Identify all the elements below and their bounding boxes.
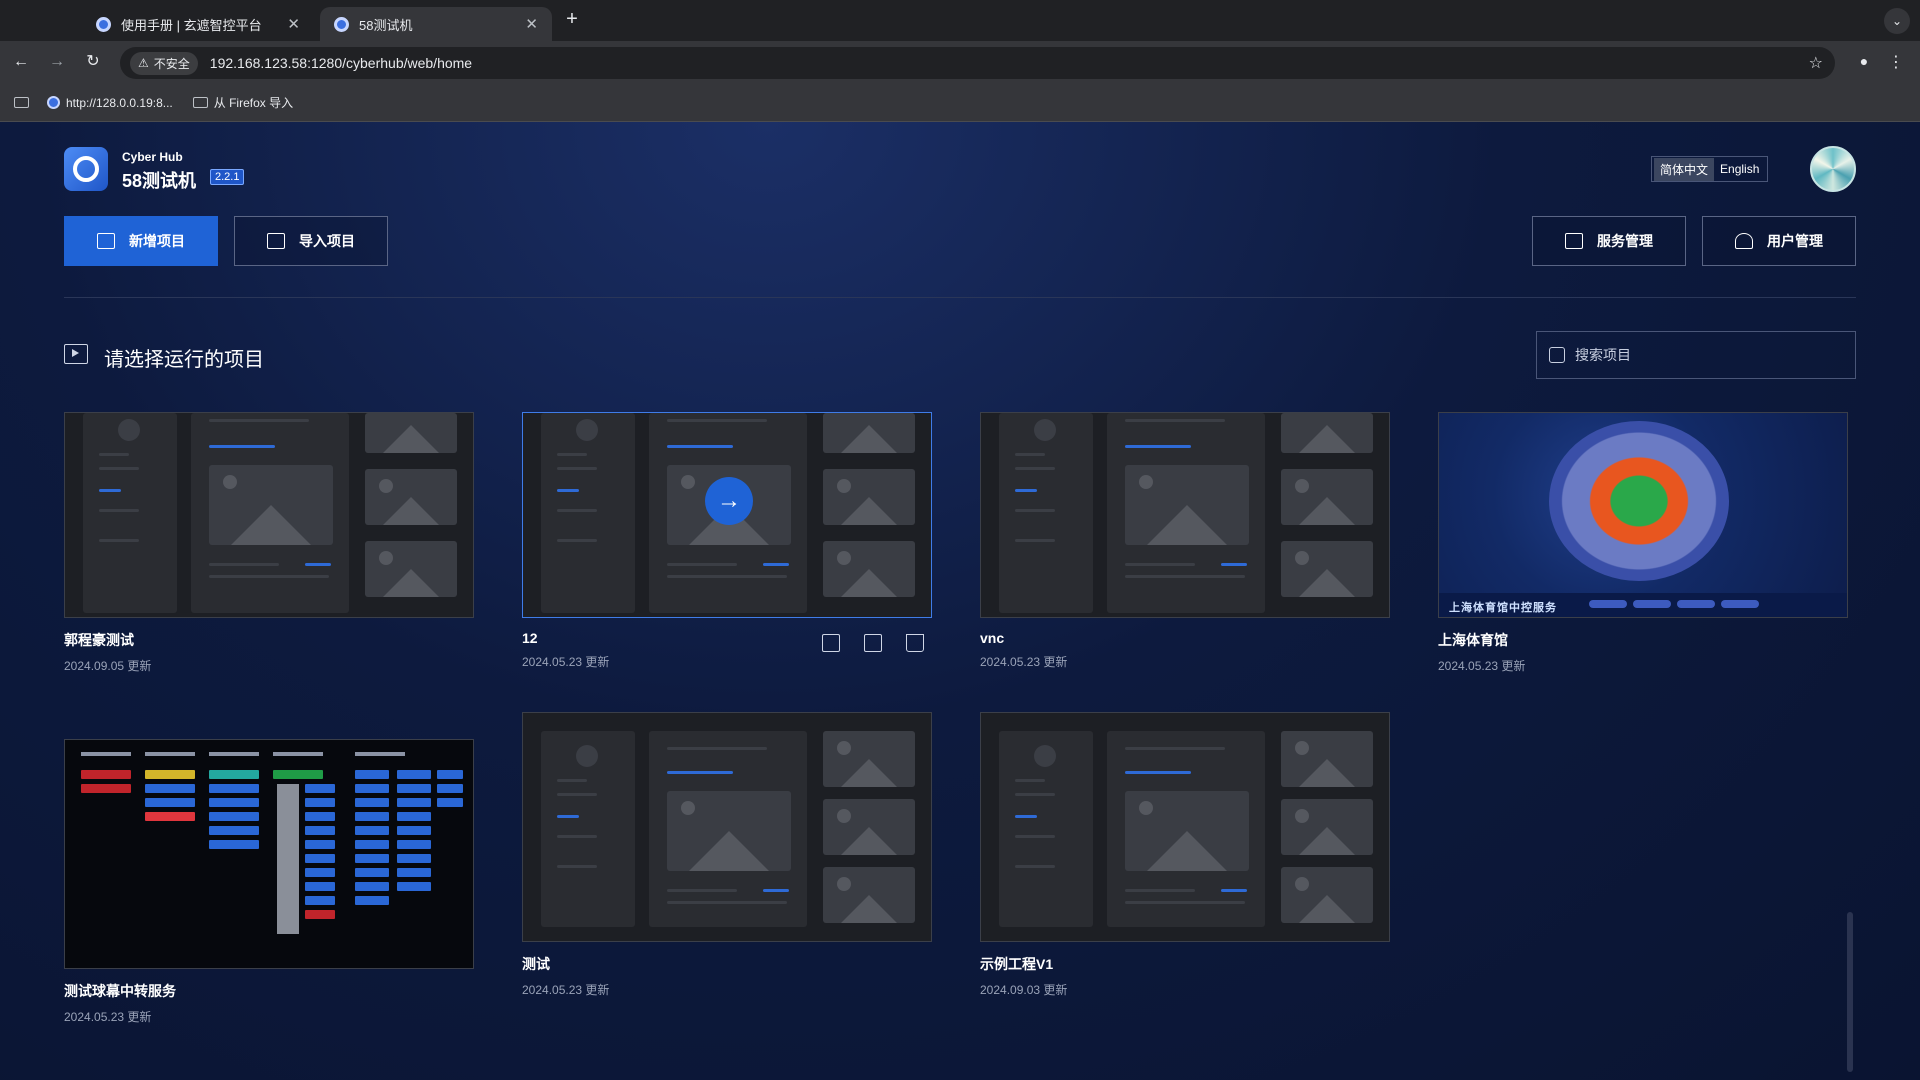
- new-project-label: 新增项目: [129, 233, 185, 249]
- project-thumbnail[interactable]: [64, 412, 474, 618]
- stadium-caption-bar: 上海体育馆中控服务: [1439, 593, 1847, 617]
- url-text: 192.168.123.58:1280/cyberhub/web/home: [209, 55, 473, 71]
- folder-add-icon: [97, 233, 115, 249]
- project-updated: 2024.05.23 更新: [980, 655, 1068, 669]
- project-updated: 2024.09.05 更新: [64, 659, 152, 673]
- project-thumbnail[interactable]: 上海体育馆中控服务: [1438, 412, 1848, 618]
- language-switcher: 简体中文 English: [1651, 156, 1769, 182]
- bookmark-label: http://128.0.0.19:8...: [66, 95, 173, 110]
- stadium-image: 上海体育馆中控服务: [1439, 413, 1847, 617]
- project-name: vnc: [980, 630, 1005, 646]
- import-project-button[interactable]: 导入项目: [234, 216, 388, 266]
- bookmark-label: 从 Firefox 导入: [213, 96, 294, 110]
- project-name: 测试: [522, 956, 550, 972]
- security-indicator[interactable]: ⚠ 不安全: [130, 51, 198, 75]
- browser-tab-current[interactable]: 58测试机 ✕: [320, 7, 552, 41]
- scrollbar-thumb[interactable]: [1847, 912, 1853, 1072]
- tab-title: 使用手册 | 玄遮智控平台: [121, 17, 262, 33]
- project-name: 郭程豪测试: [64, 632, 134, 648]
- browser-tab-manual[interactable]: 使用手册 | 玄遮智控平台 ✕: [82, 7, 314, 41]
- header-divider: [64, 297, 1856, 298]
- project-thumbnail[interactable]: [980, 712, 1390, 942]
- browser-toolbar: ← → ↻ ⚠ 不安全 192.168.123.58:1280/cyberhub/…: [0, 41, 1920, 84]
- lang-zh-button[interactable]: 简体中文: [1654, 157, 1715, 181]
- project-actions: [822, 634, 924, 652]
- close-tab-icon[interactable]: ✕: [287, 15, 300, 33]
- project-updated: 2024.05.23 更新: [1438, 659, 1526, 673]
- project-thumbnail[interactable]: [522, 712, 932, 942]
- forward-icon[interactable]: →: [46, 51, 68, 73]
- delete-icon[interactable]: [906, 634, 924, 652]
- back-icon[interactable]: ←: [10, 51, 32, 73]
- project-card[interactable]: 测试 2024.05.23 更新: [522, 712, 932, 998]
- import-project-label: 导入项目: [299, 233, 355, 249]
- service-management-label: 服务管理: [1597, 233, 1653, 249]
- tab-title: 58测试机: [359, 17, 413, 33]
- logo-hex-icon: [73, 156, 99, 182]
- search-placeholder: 搜索项目: [1575, 347, 1631, 363]
- project-name: 上海体育馆: [1438, 632, 1508, 648]
- stadium-ring: [1549, 421, 1729, 581]
- bookmark-folder-firefox[interactable]: 从 Firefox 导入: [192, 94, 294, 111]
- app-root: Cyber Hub 58测试机 2.2.1 简体中文 English 新增项目 …: [0, 122, 1920, 1080]
- edit-icon[interactable]: [822, 634, 840, 652]
- project-folder-icon: [64, 344, 88, 364]
- close-tab-icon[interactable]: ✕: [525, 15, 538, 33]
- warning-icon: ⚠: [138, 56, 149, 70]
- version-badge: 2.2.1: [210, 169, 245, 185]
- reload-icon[interactable]: ↻: [82, 51, 104, 73]
- project-card[interactable]: vnc 2024.05.23 更新: [980, 412, 1390, 670]
- button-panel-image: [65, 740, 473, 968]
- user-icon: [1735, 233, 1753, 249]
- apps-folder-icon[interactable]: [14, 97, 29, 108]
- stadium-caption: 上海体育馆中控服务: [1449, 602, 1557, 614]
- profile-icon[interactable]: ●: [1854, 53, 1874, 73]
- project-updated: 2024.05.23 更新: [64, 1010, 152, 1024]
- site-favicon-icon: [47, 96, 60, 109]
- section-title: 请选择运行的项目: [104, 349, 264, 371]
- project-card[interactable]: → 12 2024.05.23 更新: [522, 412, 932, 670]
- page-title: 58测试机: [122, 171, 197, 191]
- user-management-button[interactable]: 用户管理: [1702, 216, 1856, 266]
- bookmark-star-icon[interactable]: ☆: [1809, 53, 1823, 73]
- project-name: 测试球幕中转服务: [64, 983, 176, 999]
- project-name: 示例工程V1: [980, 956, 1054, 972]
- address-bar[interactable]: ⚠ 不安全 192.168.123.58:1280/cyberhub/web/ho…: [120, 47, 1835, 79]
- browser-menu-icon[interactable]: ⋮: [1888, 52, 1904, 72]
- project-thumbnail[interactable]: →: [522, 412, 932, 618]
- lang-en-button[interactable]: English: [1714, 159, 1765, 179]
- new-tab-icon[interactable]: +: [560, 8, 584, 31]
- search-input[interactable]: 搜索项目: [1536, 331, 1856, 379]
- site-favicon-icon: [96, 16, 111, 32]
- project-updated: 2024.05.23 更新: [522, 655, 610, 669]
- bookmark-link[interactable]: http://128.0.0.19:8...: [47, 96, 173, 110]
- project-card[interactable]: 上海体育馆中控服务 上海体育馆 2024.05.23 更新: [1438, 412, 1848, 674]
- user-management-label: 用户管理: [1767, 233, 1823, 249]
- project-card[interactable]: 测试球幕中转服务 2024.05.23 更新: [64, 739, 474, 1025]
- bookmarks-bar: http://128.0.0.19:8... 从 Firefox 导入: [0, 84, 1920, 122]
- browser-tab-bar: 使用手册 | 玄遮智控平台 ✕ 58测试机 ✕ + ⌄: [0, 0, 1920, 41]
- server-icon: [1565, 233, 1583, 249]
- app-logo: [64, 147, 108, 191]
- folder-import-icon: [267, 233, 285, 249]
- project-updated: 2024.09.03 更新: [980, 983, 1068, 997]
- project-updated: 2024.05.23 更新: [522, 983, 610, 997]
- project-card[interactable]: 郭程豪测试 2024.09.05 更新: [64, 412, 474, 674]
- project-card[interactable]: 示例工程V1 2024.09.03 更新: [980, 712, 1390, 998]
- service-management-button[interactable]: 服务管理: [1532, 216, 1686, 266]
- project-thumbnail[interactable]: [980, 412, 1390, 618]
- open-project-arrow-icon[interactable]: →: [705, 477, 753, 525]
- folder-edit-icon[interactable]: [864, 634, 882, 652]
- new-project-button[interactable]: 新增项目: [64, 216, 218, 266]
- avatar[interactable]: [1810, 146, 1856, 192]
- project-thumbnail[interactable]: [64, 739, 474, 969]
- security-label: 不安全: [153, 56, 190, 71]
- brand-subtitle: Cyber Hub: [122, 150, 183, 164]
- site-favicon-icon: [334, 16, 349, 32]
- search-icon: [1549, 347, 1565, 363]
- folder-icon: [192, 97, 208, 108]
- tab-search-icon[interactable]: ⌄: [1884, 8, 1910, 34]
